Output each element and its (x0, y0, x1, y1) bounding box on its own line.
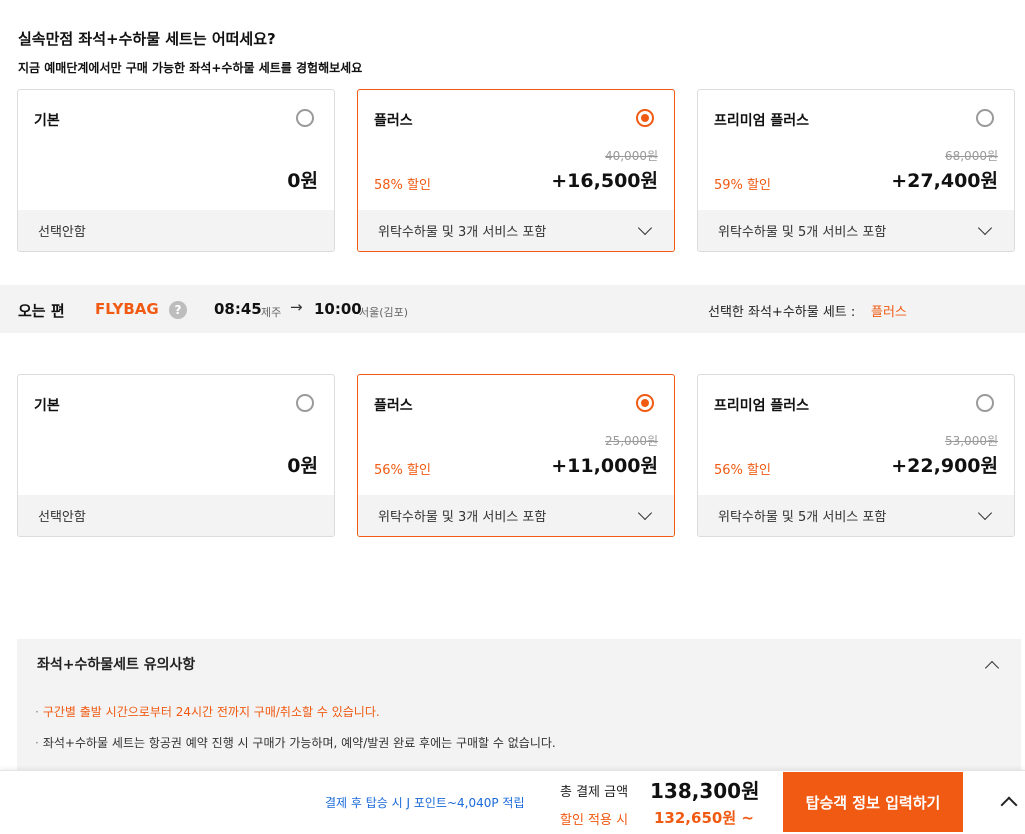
option-price: +22,900원 (891, 455, 998, 477)
original-price: 53,000원 (944, 434, 998, 448)
option-card-premium-plus[interactable]: 프리미엄 플러스 53,000원 56% 할인 +22,900원 위탁수하물 및… (697, 374, 1015, 537)
option-desc: 위탁수하물 및 3개 서비스 포함 (378, 510, 547, 525)
option-card-premium-plus[interactable]: 프리미엄 플러스 68,000원 59% 할인 +27,400원 위탁수하물 및… (697, 89, 1015, 252)
option-desc: 위탁수하물 및 5개 서비스 포함 (718, 225, 887, 240)
option-desc: 선택안함 (38, 225, 86, 240)
option-name: 기본 (34, 398, 60, 414)
discount-rate: 58% 할인 (374, 178, 431, 193)
flight-direction: 오는 편 (18, 302, 65, 320)
selected-set-label: 선택한 좌석+수하물 세트 : (708, 305, 856, 320)
radio-icon[interactable] (296, 394, 314, 412)
option-name: 기본 (34, 113, 60, 129)
payment-bar: 결제 후 탑승 시 J 포인트~4,040P 적립 총 결제 금액 138,30… (0, 770, 1025, 834)
option-name: 플러스 (374, 113, 413, 129)
total-label: 총 결제 금액 (560, 785, 629, 800)
points-link[interactable]: 결제 후 탑승 시 J 포인트~4,040P 적립 (325, 794, 525, 811)
option-footer-toggle[interactable]: 위탁수하물 및 3개 서비스 포함 (358, 210, 674, 251)
option-footer-toggle[interactable]: 위탁수하물 및 5개 서비스 포함 (698, 495, 1014, 536)
total-value: 138,300원 (650, 779, 760, 803)
radio-icon[interactable] (636, 109, 654, 127)
chevron-down-icon[interactable] (977, 220, 993, 236)
arrow-right-icon: → (290, 298, 303, 316)
option-name: 프리미엄 플러스 (714, 398, 810, 414)
depart-time: 08:45 (214, 300, 262, 318)
option-card-basic[interactable]: 기본 0원 선택안함 (17, 89, 335, 252)
help-icon[interactable]: ? (169, 301, 187, 319)
option-card-basic[interactable]: 기본 0원 선택안함 (17, 374, 335, 537)
list-item: · 구간별 출발 시간으로부터 24시간 전까지 구매/취소할 수 있습니다. (35, 705, 380, 719)
chevron-up-icon[interactable] (984, 660, 1000, 676)
option-card-plus[interactable]: 플러스 40,000원 58% 할인 +16,500원 위탁수하물 및 3개 서… (357, 89, 675, 252)
section-subtitle: 지금 예매단계에서만 구매 가능한 좌석+수하물 세트를 경험해보세요 (18, 61, 363, 75)
option-footer: 선택안함 (18, 495, 334, 536)
notice-text: 좌석+수하물 세트는 항공권 예약 진행 시 구매가 가능하며, 예약/발권 완… (42, 736, 556, 750)
selected-set-value: 플러스 (871, 305, 907, 320)
discount-label: 할인 적용 시 (560, 813, 629, 828)
discount-rate: 56% 할인 (714, 463, 771, 478)
radio-icon[interactable] (976, 394, 994, 412)
enter-passenger-info-button[interactable]: 탑승객 정보 입력하기 (783, 772, 963, 832)
discount-rate: 56% 할인 (374, 463, 431, 478)
notice-text: 구간별 출발 시간으로부터 24시간 전까지 구매/취소할 수 있습니다. (42, 705, 380, 719)
chevron-up-icon[interactable] (1000, 796, 1018, 814)
option-name: 프리미엄 플러스 (714, 113, 810, 129)
section-title: 실속만점 좌석+수하물 세트는 어떠세요? (18, 30, 276, 48)
radio-icon[interactable] (296, 109, 314, 127)
option-price: +16,500원 (551, 170, 658, 192)
radio-icon[interactable] (636, 394, 654, 412)
option-desc: 선택안함 (38, 510, 86, 525)
option-footer-toggle[interactable]: 위탁수하물 및 3개 서비스 포함 (358, 495, 674, 536)
outbound-options: 기본 0원 선택안함 플러스 40,000원 58% 할인 +16,500원 위… (17, 89, 1017, 254)
radio-icon[interactable] (976, 109, 994, 127)
original-price: 25,000원 (604, 434, 658, 448)
option-card-plus[interactable]: 플러스 25,000원 56% 할인 +11,000원 위탁수하물 및 3개 서… (357, 374, 675, 537)
list-item: · 좌석+수하물 세트는 항공권 예약 진행 시 구매가 가능하며, 예약/발권 … (35, 736, 556, 750)
option-price: 0원 (287, 170, 318, 192)
chevron-down-icon[interactable] (977, 505, 993, 521)
option-price: +11,000원 (551, 455, 658, 477)
arrive-time: 10:00 (314, 300, 362, 318)
option-footer-toggle[interactable]: 위탁수하물 및 5개 서비스 포함 (698, 210, 1014, 251)
option-desc: 위탁수하물 및 5개 서비스 포함 (718, 510, 887, 525)
option-price: 0원 (287, 455, 318, 477)
notice-list: · 구간별 출발 시간으로부터 24시간 전까지 구매/취소할 수 있습니다. ·… (35, 703, 556, 765)
return-options: 기본 0원 선택안함 플러스 25,000원 56% 할인 +11,000원 위… (17, 374, 1017, 539)
discount-rate: 59% 할인 (714, 178, 771, 193)
return-flight-bar: 오는 편 FLYBAG ? 08:45 제주 → 10:00 서울(김포) 선택… (0, 285, 1025, 333)
flybag-brand: FLYBAG (95, 300, 159, 318)
section-heading: 실속만점 좌석+수하물 세트는 어떠세요? 지금 예매단계에서만 구매 가능한 … (18, 28, 362, 76)
chevron-down-icon[interactable] (637, 505, 653, 521)
original-price: 68,000원 (944, 149, 998, 163)
notice-title: 좌석+수하물세트 유의사항 (37, 657, 196, 673)
depart-city: 제주 (261, 306, 282, 319)
chevron-down-icon[interactable] (637, 220, 653, 236)
discount-value: 132,650원 ~ (654, 809, 754, 827)
option-desc: 위탁수하물 및 3개 서비스 포함 (378, 225, 547, 240)
original-price: 40,000원 (604, 149, 658, 163)
option-name: 플러스 (374, 398, 413, 414)
option-footer: 선택안함 (18, 210, 334, 251)
option-price: +27,400원 (891, 170, 998, 192)
arrive-city: 서울(김포) (359, 306, 409, 319)
